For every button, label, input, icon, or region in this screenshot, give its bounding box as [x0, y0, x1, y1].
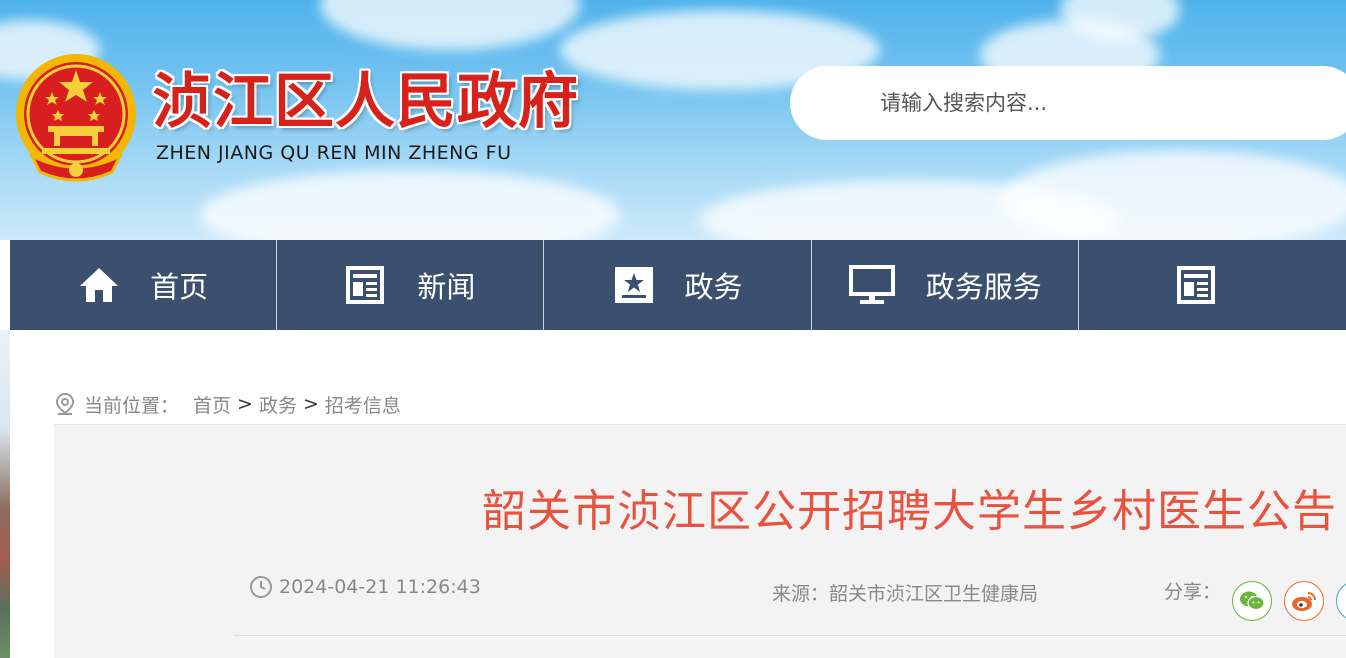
article-panel: 韶关市浈江区公开招聘大学生乡村医生公告 2024-04-21 11:26:43 …: [54, 424, 1346, 658]
newspaper-icon: [1176, 264, 1218, 306]
breadcrumb-affairs-link[interactable]: 政务: [259, 391, 297, 418]
nav-item-label: 首页: [150, 270, 209, 304]
search-box[interactable]: [790, 66, 1346, 140]
search-input[interactable]: [880, 91, 1300, 115]
breadcrumb-separator: >: [302, 393, 319, 415]
share-label: 分享：: [1164, 581, 1222, 603]
wechat-share-button[interactable]: [1232, 581, 1272, 621]
wechat-icon: [1239, 590, 1265, 612]
nav-item-home[interactable]: 首页: [10, 240, 278, 330]
main-nav: 首页 新闻 政务 政务服务: [10, 240, 1346, 330]
qq-share-button[interactable]: [1336, 581, 1346, 621]
clock-icon: [249, 575, 273, 599]
location-pin-icon: [54, 392, 76, 416]
background-photo-strip: [0, 330, 10, 658]
breadcrumb-home-link[interactable]: 首页: [193, 391, 231, 418]
site-title[interactable]: 浈江区人民政府: [152, 66, 579, 138]
article-source: 来源：韶关市浈江区卫生健康局: [772, 583, 1039, 605]
government-affairs-icon: [613, 264, 655, 306]
site-header: 浈江区人民政府 ZHEN JIANG QU REN MIN ZHENG FU: [0, 0, 1346, 240]
nav-item-government-affairs[interactable]: 政务: [544, 240, 812, 330]
home-icon: [78, 264, 120, 306]
nav-item-label: 新闻: [417, 270, 476, 304]
publish-date: 2024-04-21 11:26:43: [249, 575, 481, 599]
breadcrumb-prefix: 当前位置：: [84, 394, 180, 417]
publish-date-text: 2024-04-21 11:26:43: [279, 576, 481, 598]
breadcrumb-recruitment-link[interactable]: 招考信息: [325, 391, 401, 418]
national-emblem-icon[interactable]: [12, 52, 140, 188]
nav-item-news[interactable]: 新闻: [277, 240, 545, 330]
weibo-icon: [1291, 590, 1317, 612]
breadcrumb-separator: >: [237, 393, 253, 415]
site-pinyin: ZHEN JIANG QU REN MIN ZHENG FU: [156, 142, 512, 164]
nav-item-government-services[interactable]: 政务服务: [812, 240, 1079, 330]
breadcrumb: 当前位置： 首页 > 政务 > 招考信息: [54, 390, 401, 418]
meta-divider: [234, 635, 1346, 636]
nav-item-more[interactable]: [1079, 240, 1346, 330]
article-title: 韶关市浈江区公开招聘大学生乡村医生公告: [482, 486, 1337, 537]
weibo-share-button[interactable]: [1284, 581, 1324, 621]
nav-item-label: 政务: [684, 270, 743, 304]
nav-item-label: 政务服务: [925, 270, 1042, 304]
newspaper-icon: [345, 264, 387, 306]
monitor-icon: [848, 264, 896, 306]
